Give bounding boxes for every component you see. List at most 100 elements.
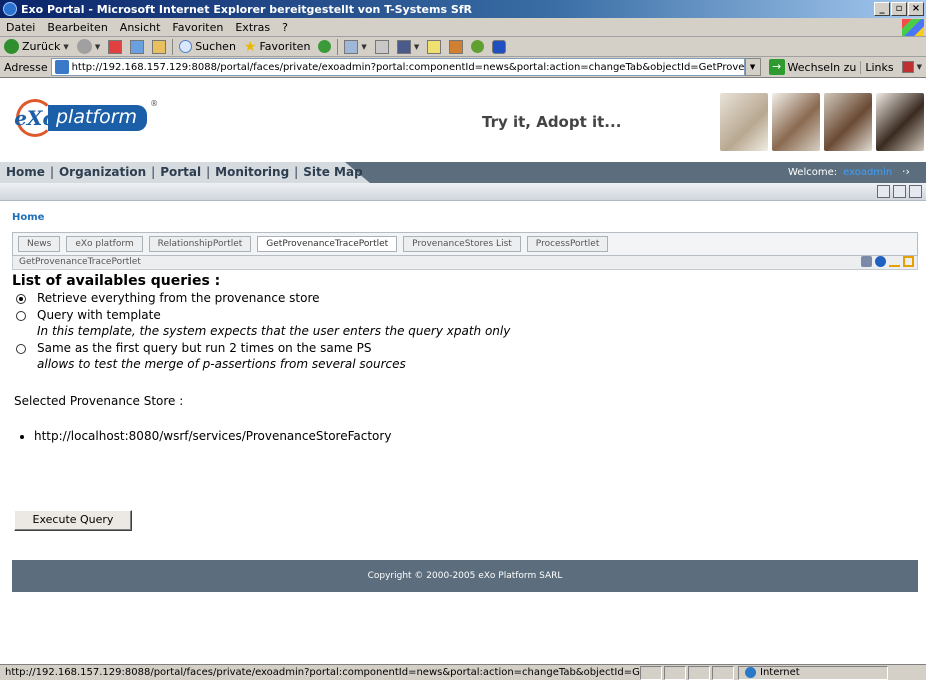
mail-button[interactable]: ▼	[340, 39, 370, 54]
close-button[interactable]: ×	[908, 2, 924, 16]
chevron-down-icon: ▼	[94, 42, 101, 51]
mail-icon	[344, 39, 359, 54]
portal-navbar: Home | Organization | Portal | Monitorin…	[0, 162, 926, 183]
star-icon: ★	[243, 38, 257, 55]
chevron-down-icon: ▼	[361, 42, 367, 51]
query-option: Same as the first query but run 2 times …	[12, 340, 510, 372]
bluetooth-button[interactable]	[488, 39, 510, 54]
queries-form: List of availables queries : Retrieve ev…	[12, 273, 510, 372]
settings-layout-icon[interactable]	[893, 185, 906, 198]
toolbar-extra-button[interactable]: ▼	[898, 61, 926, 73]
tab-relationship-portlet[interactable]: RelationshipPortlet	[148, 236, 252, 252]
windows-logo-icon	[902, 18, 924, 36]
stop-icon	[108, 39, 123, 54]
back-button[interactable]: Zurück ▼	[0, 39, 73, 54]
address-input[interactable]: http://192.168.157.129:8088/portal/faces…	[50, 58, 745, 76]
home-button[interactable]	[148, 39, 170, 54]
status-cell	[688, 665, 710, 680]
menu-extras[interactable]: Extras	[229, 21, 276, 34]
refresh-icon	[130, 39, 145, 54]
chevron-down-icon: ▼	[916, 63, 922, 71]
portal-banner: eXo platform ® Try it, Adopt it...	[0, 79, 926, 161]
tab-exo-platform[interactable]: eXo platform	[66, 236, 143, 252]
query-label: Retrieve everything from the provenance …	[37, 291, 320, 305]
address-dropdown-button[interactable]: ▼	[744, 58, 761, 76]
query-description: allows to test the merge of p-assertions…	[37, 357, 406, 371]
query-label: Query with template	[37, 308, 161, 322]
go-button[interactable]: → Wechseln zu	[765, 59, 861, 75]
search-icon	[179, 40, 193, 53]
query-option: Retrieve everything from the provenance …	[12, 290, 510, 306]
minimize-portlet-icon[interactable]	[889, 256, 900, 267]
search-button[interactable]: Suchen	[175, 40, 240, 53]
page-content: eXo platform ® Try it, Adopt it... Home …	[0, 79, 926, 662]
menu-datei[interactable]: Datei	[0, 21, 41, 34]
breadcrumb[interactable]: Home	[12, 212, 44, 223]
portlet-tabs: News eXo platform RelationshipPortlet Ge…	[12, 232, 918, 256]
exo-logo[interactable]: eXo platform ®	[14, 99, 158, 137]
messenger-button[interactable]	[445, 39, 467, 54]
selected-store-label: Selected Provenance Store :	[14, 394, 184, 408]
banner-photo-1	[720, 93, 768, 151]
query-label: Same as the first query but run 2 times …	[37, 341, 372, 355]
print-button[interactable]	[371, 39, 393, 54]
banner-photo-4	[876, 93, 924, 151]
note-button[interactable]	[423, 39, 445, 54]
tab-process-portlet[interactable]: ProcessPortlet	[526, 236, 609, 252]
menu-bearbeiten[interactable]: Bearbeiten	[41, 21, 113, 34]
minimize-button[interactable]: _	[874, 2, 890, 16]
nav-site-map[interactable]: Site Map	[303, 165, 362, 179]
execute-query-button[interactable]: Execute Query	[14, 510, 132, 531]
nav-monitoring[interactable]: Monitoring	[215, 165, 289, 179]
globe-icon	[745, 667, 756, 678]
nav-home[interactable]: Home	[6, 165, 45, 179]
query-radio-1[interactable]	[16, 294, 26, 304]
columns-layout-icon[interactable]	[877, 185, 890, 198]
status-cell	[712, 665, 734, 680]
status-text: http://192.168.157.129:8088/portal/faces…	[5, 667, 640, 678]
menu-favoriten[interactable]: Favoriten	[166, 21, 229, 34]
query-radio-2[interactable]	[16, 311, 26, 321]
refresh-button[interactable]	[126, 39, 148, 54]
tab-get-provenance-trace-portlet[interactable]: GetProvenanceTracePortlet	[257, 236, 398, 252]
addon-icon	[901, 61, 914, 73]
menu-ansicht[interactable]: Ansicht	[114, 21, 167, 34]
home-icon	[152, 39, 167, 54]
welcome-text: Welcome: exoadmin	[788, 167, 893, 178]
toolbar-divider	[337, 38, 339, 55]
help-icon[interactable]	[875, 256, 886, 267]
banner-photo-2	[772, 93, 820, 151]
messenger-icon	[449, 39, 464, 54]
queries-heading: List of availables queries :	[12, 273, 221, 289]
menu-bar: Datei Bearbeiten Ansicht Favoriten Extra…	[0, 18, 926, 37]
tab-news[interactable]: News	[18, 236, 61, 252]
edit-portlet-icon[interactable]	[861, 256, 872, 267]
print-icon	[374, 39, 389, 54]
banner-photo-3	[824, 93, 872, 151]
portlet-title: GetProvenanceTracePortlet	[19, 257, 141, 267]
edit-button[interactable]: ▼	[393, 39, 423, 54]
forward-button[interactable]: ▼	[73, 39, 104, 54]
address-bar: Adresse http://192.168.157.129:8088/port…	[0, 57, 926, 78]
logo-word: platform	[48, 105, 148, 131]
logout-arrow-icon[interactable]: ·›	[902, 165, 910, 178]
maximize-portlet-icon[interactable]	[903, 256, 914, 267]
chevron-down-icon: ▼	[63, 42, 69, 51]
user-link[interactable]: exoadmin	[843, 167, 892, 178]
nav-portal[interactable]: Portal	[160, 165, 201, 179]
window-titlebar: Exo Portal - Microsoft Internet Explorer…	[0, 0, 926, 18]
nav-organization[interactable]: Organization	[59, 165, 146, 179]
links-button[interactable]: Links	[860, 60, 897, 74]
plugin-button[interactable]	[467, 40, 488, 53]
store-item: http://localhost:8080/wsrf/services/Prov…	[34, 429, 391, 443]
tab-provenance-stores-list[interactable]: ProvenanceStores List	[403, 236, 521, 252]
chevron-down-icon: ▼	[413, 42, 420, 51]
bluetooth-icon	[492, 39, 507, 54]
history-button[interactable]	[314, 40, 335, 53]
stop-button[interactable]	[104, 39, 126, 54]
menu-help[interactable]: ?	[276, 21, 294, 34]
maximize-button[interactable]: ▫	[891, 2, 907, 16]
favorites-button[interactable]: ★ Favoriten	[240, 39, 315, 55]
rows-layout-icon[interactable]	[909, 185, 922, 198]
query-radio-3[interactable]	[16, 344, 26, 354]
